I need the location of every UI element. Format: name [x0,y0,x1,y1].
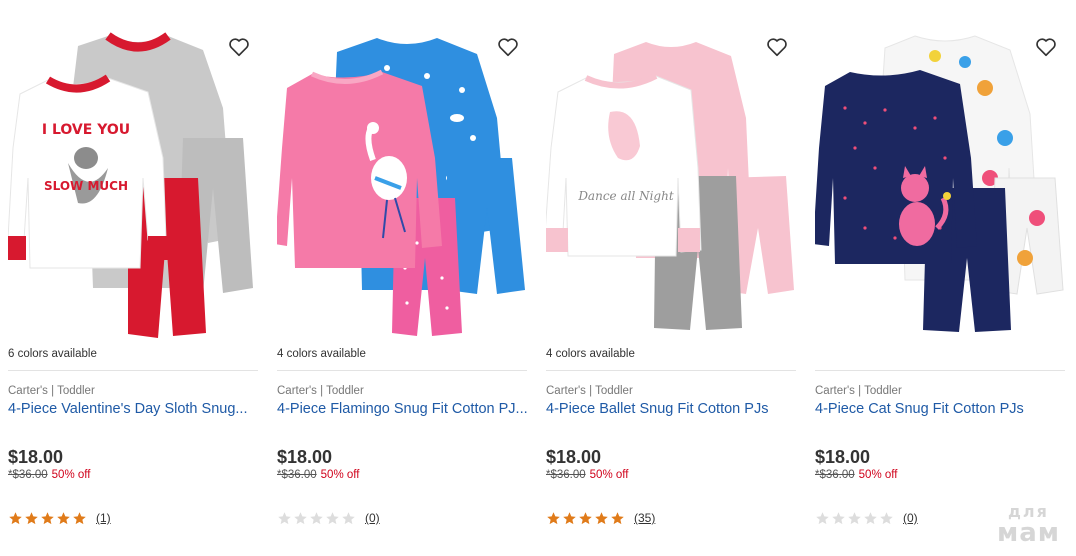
product-brand: Carter's | Toddler [546,385,633,397]
star-filled-icon [9,511,22,524]
star-filled-icon [547,511,560,524]
shirt-print-text-2: SLOW MUCH [44,179,128,193]
product-title-link[interactable]: 4-Piece Flamingo Snug Fit Cotton PJ... [277,400,529,419]
favorite-heart-icon[interactable] [766,36,788,58]
ballet-pajama-image: Dance all Night [543,42,794,330]
original-price-row: *$36.00 50% off [8,469,90,481]
rating-stars[interactable]: (0) [815,510,918,526]
discount-badge: 50% off [858,469,898,481]
shirt-print-text: Dance all Night [577,189,674,203]
rating-stars[interactable]: (0) [277,510,380,526]
divider [277,370,527,371]
watermark-line-2: мам [996,518,1060,548]
colors-available[interactable]: 4 colors available [546,348,635,360]
original-price-row: *$36.00 50% off [815,469,897,481]
product-brand: Carter's | Toddler [815,385,902,397]
original-price-row: *$36.00 50% off [277,469,359,481]
review-count-link[interactable]: (35) [634,511,655,525]
star-empty-icon [326,511,339,524]
favorite-heart-icon[interactable] [497,36,519,58]
product-brand: Carter's | Toddler [8,385,95,397]
star-filled-icon [563,511,576,524]
product-image-cat[interactable] [813,28,1073,340]
favorite-heart-icon[interactable] [1035,36,1057,58]
star-filled-icon [611,511,624,524]
product-card-sloth[interactable]: I LOVE YOU SLOW MUCH 6 colors available … [7,0,266,556]
shirt-print-text-1: I LOVE YOU [42,122,130,138]
star-empty-icon [342,511,355,524]
rating-stars[interactable]: (1) [8,510,111,526]
star-empty-icon [310,511,323,524]
product-brand: Carter's | Toddler [277,385,364,397]
star-filled-icon [73,511,86,524]
divider [8,370,258,371]
original-price: *$36.00 [8,469,48,481]
star-empty-icon [864,511,877,524]
star-empty-icon [816,511,829,524]
original-price: *$36.00 [815,469,855,481]
star-empty-icon [848,511,861,524]
original-price-row: *$36.00 50% off [546,469,628,481]
product-grid: I LOVE YOU SLOW MUCH 6 colors available … [0,0,1076,556]
discount-badge: 50% off [589,469,629,481]
colors-available[interactable]: 4 colors available [277,348,366,360]
original-price: *$36.00 [277,469,317,481]
colors-available[interactable]: 6 colors available [8,348,97,360]
discount-badge: 50% off [320,469,360,481]
star-filled-icon [41,511,54,524]
product-title-link[interactable]: 4-Piece Valentine's Day Sloth Snug... [8,400,260,419]
sale-price: $18.00 [277,447,333,467]
review-count-link[interactable]: (1) [96,511,111,525]
cat-pajama-image [813,35,1064,332]
sale-price: $18.00 [546,447,602,467]
product-card-ballet[interactable]: Dance all Night 4 colors available Carte… [543,0,804,556]
product-image-sloth[interactable]: I LOVE YOU SLOW MUCH [7,28,266,340]
star-empty-icon [294,511,307,524]
star-filled-icon [595,511,608,524]
divider [546,370,796,371]
review-count-link[interactable]: (0) [903,511,918,525]
sale-price: $18.00 [8,447,64,467]
star-empty-icon [880,511,893,524]
discount-badge: 50% off [51,469,91,481]
product-image-ballet[interactable]: Dance all Night [543,28,804,340]
product-card-cat[interactable]: Carter's | Toddler 4-Piece Cat Snug Fit … [813,0,1073,556]
sloth-pajama-image: I LOVE YOU SLOW MUCH [7,32,253,338]
star-filled-icon [57,511,70,524]
product-image-flamingo[interactable] [275,28,535,340]
divider [815,370,1065,371]
star-empty-icon [832,511,845,524]
flamingo-pajama-image [275,38,525,336]
star-empty-icon [278,511,291,524]
product-title-link[interactable]: 4-Piece Ballet Snug Fit Cotton PJs [546,400,798,419]
original-price: *$36.00 [546,469,586,481]
star-filled-icon [25,511,38,524]
star-filled-icon [579,511,592,524]
rating-stars[interactable]: (35) [546,510,655,526]
product-card-flamingo[interactable]: 4 colors available Carter's | Toddler 4-… [275,0,535,556]
review-count-link[interactable]: (0) [365,511,380,525]
product-title-link[interactable]: 4-Piece Cat Snug Fit Cotton PJs [815,400,1067,419]
watermark-logo: для мам [996,504,1060,548]
sale-price: $18.00 [815,447,871,467]
favorite-heart-icon[interactable] [228,36,250,58]
